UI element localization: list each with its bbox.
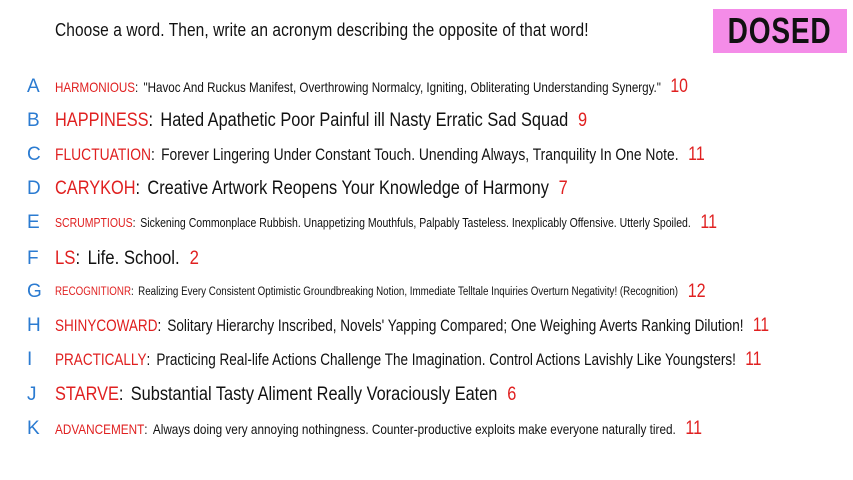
row-line: PRACTICALLY: Practicing Real-life Action… <box>55 349 762 370</box>
list-item: E SCRUMPTIOUS: Sickening Commonplace Rub… <box>0 211 853 235</box>
acronym-text: Substantial Tasty Aliment Really Voracio… <box>130 384 498 405</box>
acronym-text: Forever Lingering Under Constant Touch. … <box>161 145 679 164</box>
letter-count: 2 <box>189 248 199 269</box>
row-line: STARVE: Substantial Tasty Aliment Really… <box>55 384 517 405</box>
chosen-word: HAPPINESS <box>55 110 149 131</box>
row-line: ADVANCEMENT: Always doing very annoying … <box>55 418 702 439</box>
row-letter: A <box>27 76 40 97</box>
chosen-word: PRACTICALLY <box>55 350 147 369</box>
acronym-text: Always doing very annoying nothingness. … <box>152 421 676 437</box>
row-letter: K <box>27 418 40 439</box>
row-line: SHINYCOWARD: Solitary Hierarchy Inscribe… <box>55 315 770 336</box>
letter-count: 7 <box>558 178 568 199</box>
row-line: HARMONIOUS: "Havoc And Ruckus Manifest, … <box>55 76 688 97</box>
chosen-word: SCRUMPTIOUS <box>55 216 133 230</box>
letter-count: 11 <box>688 144 705 165</box>
acronym-text: Practicing Real-life Actions Challenge T… <box>156 350 736 369</box>
logo-text: DOSED <box>728 10 832 51</box>
chosen-word: LS <box>55 248 76 269</box>
chosen-word: ADVANCEMENT <box>55 421 145 437</box>
chosen-word: HARMONIOUS <box>55 79 136 95</box>
acronym-board: Choose a word. Then, write an acronym de… <box>0 0 853 480</box>
chosen-word: STARVE <box>55 384 119 405</box>
letter-count: 11 <box>745 349 762 370</box>
list-item: C FLUCTUATION: Forever Lingering Under C… <box>0 143 853 167</box>
letter-count: 12 <box>687 281 706 302</box>
row-letter: J <box>27 384 37 405</box>
chosen-word: RECOGNITIONR <box>55 286 132 298</box>
row-line: CARYKOH: Creative Artwork Reopens Your K… <box>55 178 568 199</box>
acronym-text: Hated Apathetic Poor Painful ill Nasty E… <box>160 110 569 131</box>
acronym-text: Solitary Hierarchy Inscribed, Novels' Ya… <box>167 316 744 335</box>
acronym-text: Life. School. <box>87 248 180 269</box>
row-line: FLUCTUATION: Forever Lingering Under Con… <box>55 144 705 165</box>
chosen-word: CARYKOH <box>55 178 136 199</box>
list-item: J STARVE: Substantial Tasty Aliment Real… <box>0 383 853 407</box>
list-item: I PRACTICALLY: Practicing Real-life Acti… <box>0 348 853 372</box>
chosen-word: FLUCTUATION <box>55 145 151 164</box>
row-line: RECOGNITIONR: Realizing Every Consistent… <box>55 281 706 302</box>
letter-count: 11 <box>700 212 717 233</box>
letter-count: 10 <box>670 76 688 97</box>
row-letter: C <box>27 144 41 165</box>
list-item: H SHINYCOWARD: Solitary Hierarchy Inscri… <box>0 314 853 338</box>
row-letter: I <box>27 349 33 370</box>
row-letter: D <box>27 178 41 199</box>
acronym-text: Creative Artwork Reopens Your Knowledge … <box>147 178 549 199</box>
acronym-text: "Havoc And Ruckus Manifest, Overthrowing… <box>143 79 661 95</box>
acronym-text: Sickening Commonplace Rubbish. Unappetiz… <box>140 216 691 230</box>
letter-count: 11 <box>752 315 770 336</box>
row-line: SCRUMPTIOUS: Sickening Commonplace Rubbi… <box>55 212 717 233</box>
list-item: F LS: Life. School. 2 <box>0 247 853 271</box>
acronym-text: Realizing Every Consistent Optimistic Gr… <box>138 286 679 298</box>
chosen-word: SHINYCOWARD <box>55 316 158 335</box>
list-item: A HARMONIOUS: "Havoc And Ruckus Manifest… <box>0 75 853 99</box>
list-item: B HAPPINESS: Hated Apathetic Poor Painfu… <box>0 109 853 133</box>
row-letter: F <box>27 248 39 269</box>
row-letter: H <box>27 315 41 336</box>
row-line: HAPPINESS: Hated Apathetic Poor Painful … <box>55 110 588 131</box>
row-letter: G <box>27 281 42 302</box>
list-item: D CARYKOH: Creative Artwork Reopens Your… <box>0 177 853 201</box>
prompt-heading: Choose a word. Then, write an acronym de… <box>55 20 589 40</box>
row-letter: E <box>27 212 40 233</box>
letter-count: 9 <box>578 110 588 131</box>
row-line: LS: Life. School. 2 <box>55 248 199 269</box>
list-item: G RECOGNITIONR: Realizing Every Consiste… <box>0 280 853 304</box>
letter-count: 11 <box>685 418 702 439</box>
list-item: K ADVANCEMENT: Always doing very annoyin… <box>0 417 853 441</box>
row-letter: B <box>27 110 40 131</box>
letter-count: 6 <box>507 384 517 405</box>
brand-logo: DOSED <box>713 9 847 53</box>
